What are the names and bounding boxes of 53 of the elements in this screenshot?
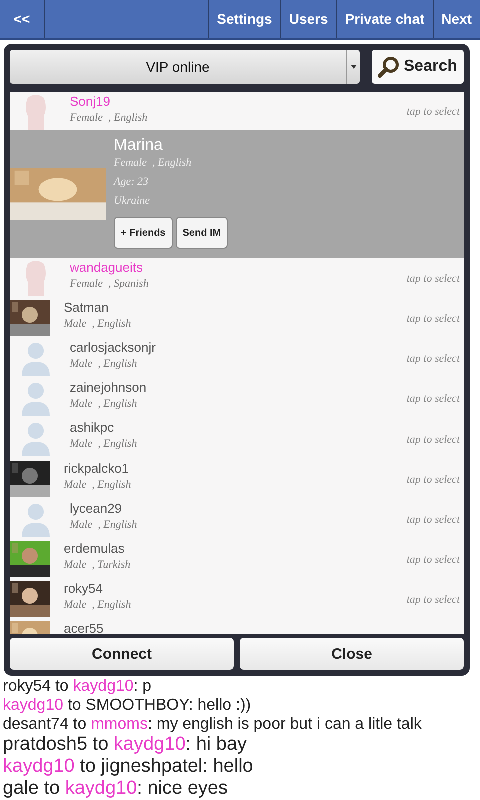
select-hint: tap to select — [406, 272, 460, 285]
user-details: Male , English — [64, 478, 132, 493]
user-name: Satman — [64, 300, 109, 316]
select-hint: tap to select — [406, 106, 460, 118]
user-age: Age: 23 — [114, 175, 149, 190]
chat-message: kaydg10 to SMOOTHBOY: hello :)) — [3, 696, 252, 715]
search-icon — [378, 56, 400, 78]
select-hint: tap to select — [406, 312, 460, 325]
user-name: rickpalcko1 — [64, 460, 130, 477]
chat-message: roky54 to kaydg10: p — [3, 677, 153, 696]
user-name: Marina — [114, 138, 163, 154]
user-name: ashikpc — [70, 420, 114, 436]
user-details: Female , English — [114, 156, 192, 172]
filter-dropdown[interactable]: VIP online — [10, 50, 360, 84]
user-country: Ukraine — [114, 194, 150, 210]
user-details: Male , Turkish — [64, 558, 131, 573]
dialog-button[interactable]: Close — [240, 638, 464, 670]
person-silhouette-icon — [19, 420, 53, 456]
user-details: Female , English — [70, 110, 148, 126]
search-button[interactable]: Search — [372, 50, 464, 84]
user-details: Male , English — [64, 316, 132, 332]
select-hint: tap to select — [406, 474, 460, 486]
chat-message: kaydg10 to jigneshpatel: hello — [3, 756, 254, 778]
action-button[interactable]: + Friends — [114, 217, 173, 250]
caret-icon — [350, 64, 356, 69]
user-details: Male , English — [70, 397, 138, 412]
user-row[interactable]: Marina Female , English Age: 23 Ukraine + Friends Send IM — [10, 130, 464, 258]
select-hint: tap to select — [406, 514, 460, 526]
select-hint: tap to select — [406, 594, 460, 606]
chat-message: desant74 to mmoms: my english is poor but i can a litle talk — [3, 715, 423, 734]
user-name: roky54 — [64, 581, 104, 598]
user-details: Female , Spanish — [70, 276, 149, 292]
person-silhouette-icon — [19, 340, 53, 376]
user-details: Male , English — [64, 598, 132, 614]
user-name: erdemulas — [64, 540, 125, 557]
user-name: Sonj19 — [70, 94, 110, 110]
user-name: lycean29 — [70, 500, 122, 517]
user-details: Male , English — [70, 437, 138, 452]
user-name: zainejohnson — [70, 380, 147, 396]
person-silhouette-icon — [19, 380, 53, 416]
user-details: Male , English — [70, 357, 138, 372]
chat-message: pratdosh5 to kaydg10: hi bay — [3, 734, 248, 756]
chat-message: gale to kaydg10: nice eyes — [3, 778, 229, 800]
action-button[interactable]: Send IM — [176, 217, 228, 250]
user-name: wandagueits — [70, 260, 143, 276]
select-hint: tap to select — [406, 554, 460, 566]
dialog-button[interactable]: Connect — [10, 638, 234, 670]
select-hint: tap to select — [406, 353, 460, 366]
user-name: acer55 — [64, 621, 104, 634]
select-hint: tap to select — [406, 434, 460, 446]
select-hint: tap to select — [406, 393, 460, 406]
user-details: Male , English — [70, 518, 138, 533]
user-name: carlosjacksonjr — [70, 340, 156, 356]
